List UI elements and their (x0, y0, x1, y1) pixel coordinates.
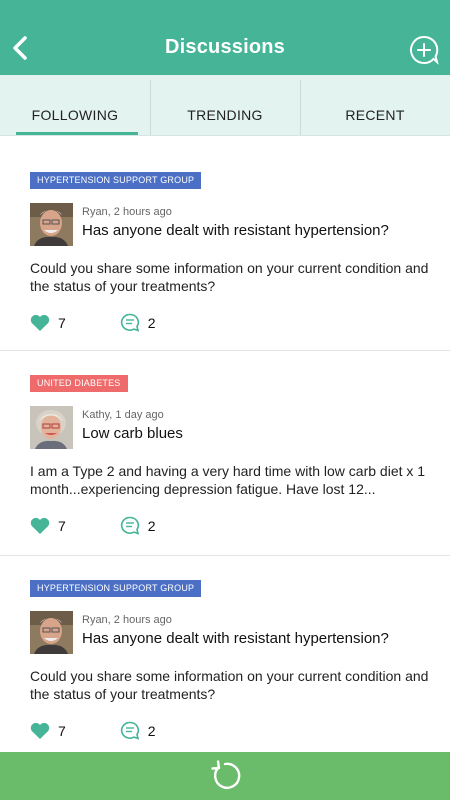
group-badge[interactable]: HYPERTENSION SUPPORT GROUP (30, 580, 202, 597)
comment-icon (120, 313, 139, 332)
tab-label: FOLLOWING (31, 107, 119, 123)
like-button[interactable]: 7 (30, 314, 66, 332)
post-excerpt: I am a Type 2 and having a very hard tim… (30, 463, 426, 497)
avatar[interactable] (30, 203, 73, 246)
comments-button[interactable]: 2 (120, 721, 156, 740)
comment-count: 2 (147, 722, 156, 739)
tab-bar: FOLLOWING TRENDING RECENT (0, 75, 450, 136)
avatar[interactable] (30, 406, 73, 449)
comment-icon (120, 516, 139, 535)
add-comment-icon (410, 35, 439, 65)
post-stats: 7 2 (30, 721, 156, 740)
heart-icon (30, 722, 50, 739)
new-discussion-button[interactable] (408, 34, 440, 66)
group-badge[interactable]: HYPERTENSION SUPPORT GROUP (30, 172, 202, 189)
tab-following[interactable]: FOLLOWING (0, 75, 150, 135)
post-excerpt: Could you share some information on your… (30, 260, 429, 294)
comment-count: 2 (147, 517, 156, 534)
avatar[interactable] (30, 611, 73, 654)
refresh-icon (211, 760, 241, 789)
footer-bar (0, 752, 450, 800)
refresh-button[interactable] (208, 759, 242, 793)
heart-icon (30, 517, 50, 534)
like-count: 7 (58, 722, 66, 739)
heart-icon (30, 314, 50, 331)
comment-count: 2 (147, 314, 156, 331)
app-header: Discussions (0, 0, 450, 75)
tab-trending[interactable]: TRENDING (150, 75, 300, 135)
like-count: 7 (58, 314, 66, 331)
discussion-post[interactable]: UNITED DIABETES Kathy, 1 day ago Low car… (0, 351, 450, 556)
like-button[interactable]: 7 (30, 517, 66, 535)
like-count: 7 (58, 517, 66, 534)
tab-recent[interactable]: RECENT (300, 75, 450, 135)
group-badge[interactable]: UNITED DIABETES (30, 375, 128, 392)
page-title: Discussions (164, 36, 286, 58)
discussion-post[interactable]: HYPERTENSION SUPPORT GROUP Ryan, 2 hours… (0, 136, 450, 351)
comment-icon (120, 721, 139, 740)
comments-button[interactable]: 2 (120, 516, 156, 535)
post-title[interactable]: Has anyone dealt with resistant hyperten… (82, 630, 389, 647)
like-button[interactable]: 7 (30, 722, 66, 740)
post-title[interactable]: Low carb blues (82, 425, 183, 442)
post-author-meta: Kathy, 1 day ago (82, 409, 164, 421)
discussion-post[interactable]: HYPERTENSION SUPPORT GROUP Ryan, 2 hours… (0, 556, 450, 752)
tab-label: RECENT (345, 107, 405, 123)
post-excerpt: Could you share some information on your… (30, 668, 429, 702)
post-author-meta: Ryan, 2 hours ago (82, 614, 172, 626)
discussion-feed: HYPERTENSION SUPPORT GROUP Ryan, 2 hours… (0, 136, 450, 752)
post-author-meta: Ryan, 2 hours ago (82, 206, 172, 218)
post-title[interactable]: Has anyone dealt with resistant hyperten… (82, 222, 389, 239)
comments-button[interactable]: 2 (120, 313, 156, 332)
post-stats: 7 2 (30, 516, 156, 535)
post-stats: 7 2 (30, 313, 156, 332)
tab-label: TRENDING (187, 107, 263, 123)
